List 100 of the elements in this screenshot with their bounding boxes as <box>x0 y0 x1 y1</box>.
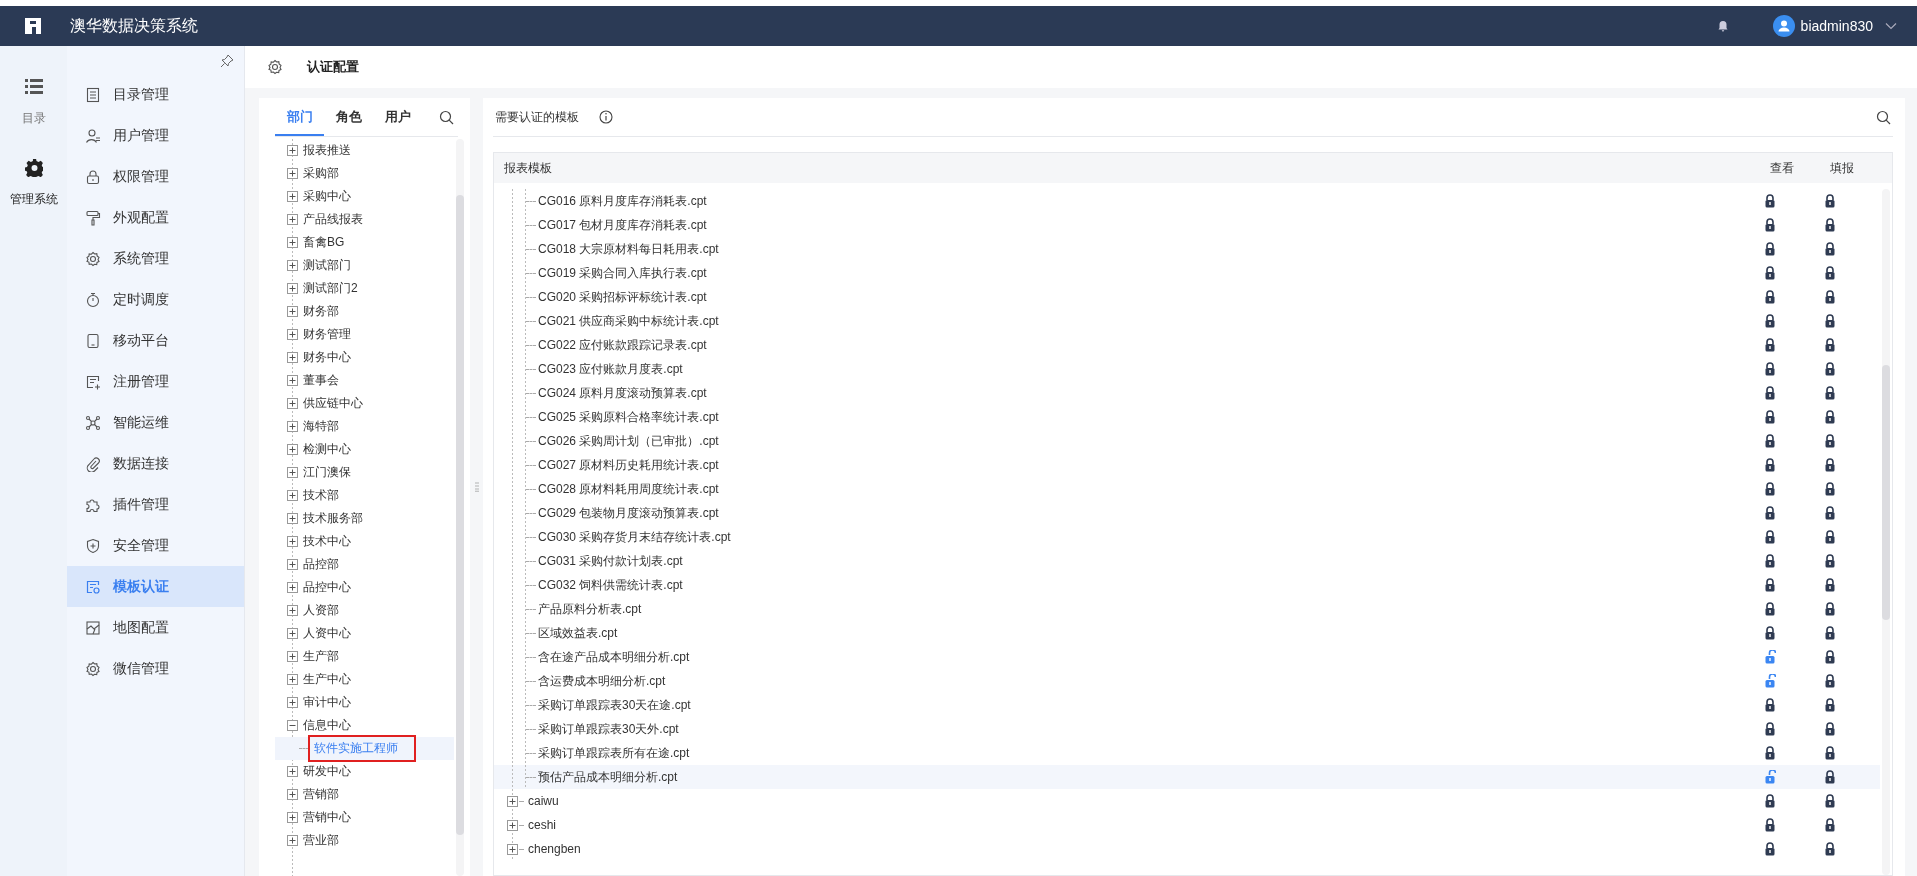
lock-icon[interactable] <box>1824 554 1836 568</box>
expand-icon[interactable] <box>287 490 298 501</box>
nav-item[interactable]: 微信管理 <box>67 648 244 689</box>
folder-name[interactable]: caiwu <box>528 794 559 808</box>
table-row[interactable]: CG023 应付账款月度表.cpt <box>494 357 1880 381</box>
lock-icon[interactable] <box>1764 362 1776 376</box>
table-row[interactable]: CG021 供应商采购中标统计表.cpt <box>494 309 1880 333</box>
lock-icon[interactable] <box>1824 434 1836 448</box>
table-row[interactable]: 采购订单跟踪表所有在途.cpt <box>494 741 1880 765</box>
tree-item[interactable]: 海特部 <box>301 417 341 436</box>
lock-icon[interactable] <box>1764 290 1776 304</box>
tree-item[interactable]: 财务中心 <box>301 348 353 367</box>
table-row[interactable]: CG029 包装物月度滚动预算表.cpt <box>494 501 1880 525</box>
folder-name[interactable]: ceshi <box>528 818 556 832</box>
tree-item[interactable]: 技术中心 <box>301 532 353 551</box>
expand-icon[interactable] <box>287 168 298 179</box>
tree-item[interactable]: 审计中心 <box>301 693 353 712</box>
lock-icon[interactable] <box>1764 338 1776 352</box>
table-row[interactable]: CG032 饲料供需统计表.cpt <box>494 573 1880 597</box>
lock-icon[interactable] <box>1764 794 1776 808</box>
lock-icon[interactable] <box>1824 650 1836 664</box>
expand-icon[interactable] <box>287 812 298 823</box>
tree-item[interactable]: 生产部 <box>301 647 341 666</box>
table-row[interactable]: CG028 原材料耗用周度统计表.cpt <box>494 477 1880 501</box>
user-menu[interactable]: biadmin830 <box>1766 15 1903 37</box>
tree-item[interactable]: 人资部 <box>301 601 341 620</box>
expand-icon[interactable] <box>287 421 298 432</box>
table-row[interactable]: CG020 采购招标评标统计表.cpt <box>494 285 1880 309</box>
lock-icon[interactable] <box>1764 410 1776 424</box>
tree-item[interactable]: 研发中心 <box>301 762 353 781</box>
lock-icon[interactable] <box>1764 626 1776 640</box>
tree-item[interactable]: 技术部 <box>301 486 341 505</box>
lock-icon[interactable] <box>1824 818 1836 832</box>
nav-item[interactable]: 系统管理 <box>67 238 244 279</box>
scrollbar[interactable] <box>456 139 464 876</box>
expand-icon[interactable] <box>287 835 298 846</box>
settings-icon[interactable] <box>267 59 283 75</box>
lock-icon[interactable] <box>1824 290 1836 304</box>
lock-icon[interactable] <box>1824 578 1836 592</box>
tab[interactable]: 部门 <box>275 98 324 136</box>
rail-item[interactable]: 目录 <box>21 76 46 129</box>
tree-item[interactable]: 测试部门2 <box>301 279 360 298</box>
tree-item[interactable]: 产品线报表 <box>301 210 365 229</box>
lock-icon[interactable] <box>1824 722 1836 736</box>
expand-icon[interactable] <box>287 306 298 317</box>
table-row[interactable]: 含在途产品成本明细分析.cpt <box>494 645 1880 669</box>
lock-icon[interactable] <box>1824 674 1836 688</box>
expand-icon[interactable] <box>287 628 298 639</box>
expand-icon[interactable] <box>287 674 298 685</box>
expand-icon[interactable] <box>287 283 298 294</box>
lock-icon[interactable] <box>1824 530 1836 544</box>
nav-item[interactable]: 地图配置 <box>67 607 244 648</box>
expand-icon[interactable] <box>287 697 298 708</box>
lock-icon[interactable] <box>1764 506 1776 520</box>
table-row[interactable]: 含运费成本明细分析.cpt <box>494 669 1880 693</box>
lock-icon[interactable] <box>1824 314 1836 328</box>
table-row[interactable]: 采购订单跟踪表30天外.cpt <box>494 717 1880 741</box>
lock-icon[interactable] <box>1824 242 1836 256</box>
nav-item[interactable]: 用户管理 <box>67 115 244 156</box>
tree-item[interactable]: 检测中心 <box>301 440 353 459</box>
table-row[interactable]: chengben <box>494 837 1880 861</box>
lock-icon[interactable] <box>1824 794 1836 808</box>
expand-icon[interactable] <box>507 843 518 855</box>
folder-name[interactable]: chengben <box>528 842 581 856</box>
table-row[interactable]: 产品原料分析表.cpt <box>494 597 1880 621</box>
logo-icon[interactable] <box>24 17 42 35</box>
expand-icon[interactable] <box>287 536 298 547</box>
pin-icon[interactable] <box>220 54 234 68</box>
scrollbar[interactable] <box>1882 189 1890 875</box>
lock-icon[interactable] <box>1824 626 1836 640</box>
tree-item[interactable]: 畜禽BG <box>301 233 347 252</box>
nav-item[interactable]: 外观配置 <box>67 197 244 238</box>
info-icon[interactable] <box>599 110 613 124</box>
expand-icon[interactable] <box>287 605 298 616</box>
expand-icon[interactable] <box>287 467 298 478</box>
lock-icon[interactable] <box>1824 386 1836 400</box>
collapse-icon[interactable] <box>287 720 298 731</box>
tree-item[interactable]: 供应链中心 <box>301 394 365 413</box>
table-row[interactable]: CG030 采购存货月末结存统计表.cpt <box>494 525 1880 549</box>
lock-icon[interactable] <box>1824 746 1836 760</box>
lock-icon[interactable] <box>1764 266 1776 280</box>
nav-item[interactable]: 智能运维 <box>67 402 244 443</box>
lock-icon[interactable] <box>1764 698 1776 712</box>
nav-item[interactable]: 定时调度 <box>67 279 244 320</box>
tree-item[interactable]: 生产中心 <box>301 670 353 689</box>
nav-item[interactable]: 权限管理 <box>67 156 244 197</box>
lock-icon[interactable] <box>1824 410 1836 424</box>
search-icon[interactable] <box>439 109 454 125</box>
table-row[interactable]: caiwu <box>494 789 1880 813</box>
table-row[interactable]: ceshi <box>494 813 1880 837</box>
unlocked-icon[interactable] <box>1764 650 1776 664</box>
expand-icon[interactable] <box>287 559 298 570</box>
lock-icon[interactable] <box>1824 842 1836 856</box>
lock-icon[interactable] <box>1824 194 1836 208</box>
tree-item[interactable]: 信息中心 <box>301 716 353 735</box>
expand-icon[interactable] <box>287 398 298 409</box>
expand-icon[interactable] <box>287 214 298 225</box>
bell-icon[interactable] <box>1716 20 1729 32</box>
lock-icon[interactable] <box>1764 194 1776 208</box>
lock-icon[interactable] <box>1824 482 1836 496</box>
